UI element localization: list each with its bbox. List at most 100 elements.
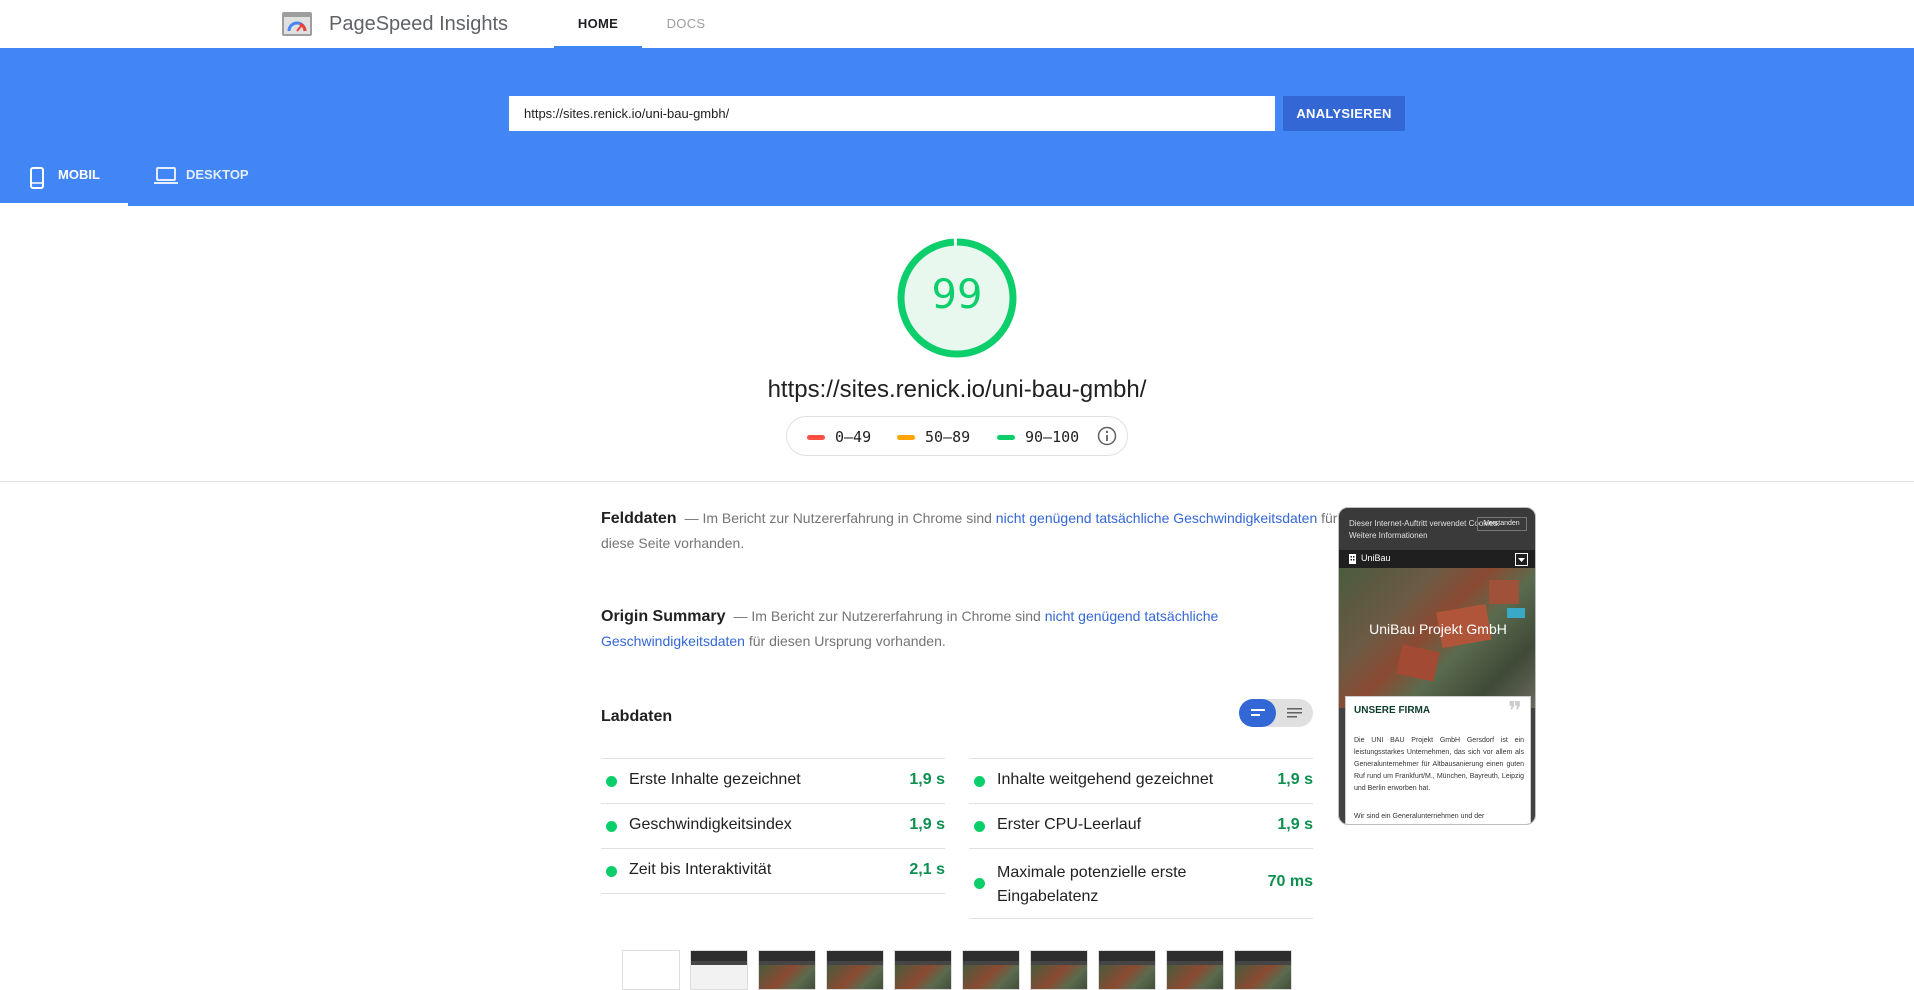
list-view-icon[interactable] <box>1276 699 1313 727</box>
metric-fcp: Erste Inhalte gezeichnet 1,9 s <box>601 758 945 803</box>
tab-home[interactable]: HOME <box>554 0 642 48</box>
roof-shape <box>1396 644 1440 682</box>
legend-pass-range: 90–100 <box>1025 428 1080 446</box>
origin-summary-text: — Im Bericht zur Nutzererfahrung in Chro… <box>733 608 1045 624</box>
metric-fmp: Inhalte weitgehend gezeichnet 1,9 s <box>969 758 1313 803</box>
legend-pass-marker <box>997 435 1015 440</box>
metric-value: 1,9 s <box>1277 771 1313 788</box>
filmstrip-frame <box>758 950 816 990</box>
hero-image <box>1339 568 1535 708</box>
laptop-icon <box>154 167 178 184</box>
frame-image <box>691 965 747 989</box>
site-name: UniBau <box>1361 553 1391 563</box>
status-dot <box>974 776 985 787</box>
metric-value: 70 ms <box>1267 873 1313 890</box>
quote-icon: ❞ <box>1508 697 1522 727</box>
filmstrip-frame <box>690 950 748 990</box>
frame-image <box>1099 965 1155 989</box>
filmstrip-frame <box>622 950 680 990</box>
metric-tti: Zeit bis Interaktivität 2,1 s <box>601 848 945 893</box>
metric-first-cpu-idle: Erster CPU-Leerlauf 1,9 s <box>969 803 1313 848</box>
analyzed-url: https://sites.renick.io/uni-bau-gmbh/ <box>767 376 1147 403</box>
status-dot <box>606 866 617 877</box>
metric-value: 2,1 s <box>909 861 945 878</box>
pool-shape <box>1507 608 1525 618</box>
frame-header <box>759 951 815 961</box>
compact-view-icon <box>1251 709 1265 716</box>
hero-title: UniBau Projekt GmbH <box>1369 621 1507 637</box>
toggle-compact-view[interactable] <box>1239 699 1276 727</box>
frame-image <box>759 965 815 989</box>
tab-mobile-label: MOBIL <box>58 167 100 182</box>
legend-average-range: 50–89 <box>925 428 971 446</box>
frame-header <box>1167 951 1223 961</box>
filmstrip-frame <box>1098 950 1156 990</box>
score-legend: 0–49 50–89 90–100 <box>786 416 1128 456</box>
legend-average-marker <box>897 435 915 440</box>
filmstrip-frame <box>894 950 952 990</box>
metric-name: Maximale potenzielle erste Eingabelatenz <box>997 864 1187 905</box>
roof-shape <box>1489 580 1519 604</box>
metrics-divider <box>969 918 1313 919</box>
status-dot <box>974 821 985 832</box>
view-toggle[interactable] <box>1239 699 1313 727</box>
field-data-link[interactable]: nicht genügend tatsächliche Geschwindigk… <box>996 510 1317 526</box>
smartphone-icon <box>30 167 44 189</box>
frame-header <box>895 951 951 961</box>
field-data-text: — Im Bericht zur Nutzererfahrung in Chro… <box>684 510 996 526</box>
origin-summary-section: Origin Summary — Im Bericht zur Nutzererf… <box>601 604 1341 654</box>
search-header: ANALYSIEREN MOBIL DESKTOP <box>0 48 1914 206</box>
card-text: Die UNI BAU Projekt GmbH Gersdorf ist ei… <box>1354 737 1524 792</box>
frame-header <box>827 951 883 961</box>
lab-data-heading: Labdaten <box>601 708 673 725</box>
metric-name: Erster CPU-Leerlauf <box>997 816 1142 833</box>
frame-header <box>1099 951 1155 961</box>
frame-header <box>963 951 1019 961</box>
tab-docs[interactable]: DOCS <box>642 0 730 48</box>
status-dot <box>606 821 617 832</box>
cookie-more-link: Weitere Informationen <box>1349 531 1428 540</box>
analyze-button[interactable]: ANALYSIEREN <box>1283 96 1405 131</box>
metrics-divider <box>601 893 945 894</box>
legend-fail-marker <box>807 435 825 440</box>
frame-image <box>1031 965 1087 989</box>
filmstrip-frame <box>826 950 884 990</box>
metric-name: Inhalte weitgehend gezeichnet <box>997 771 1214 788</box>
frame-header <box>1031 951 1087 961</box>
cookie-banner: Dieser Internet-Auftritt verwendet Cooki… <box>1339 508 1535 550</box>
pagespeed-logo-icon[interactable] <box>282 12 312 36</box>
tab-mobile[interactable]: MOBIL <box>0 158 128 206</box>
top-nav: PageSpeed Insights HOME DOCS <box>0 0 1914 48</box>
site-header: UniBau <box>1339 550 1535 568</box>
info-icon[interactable] <box>1097 426 1117 446</box>
frame-image <box>827 965 883 989</box>
origin-summary-text-after: für diesen Ursprung vorhanden. <box>744 633 946 649</box>
brand-title: PageSpeed Insights <box>329 13 509 35</box>
filmstrip-frame <box>1030 950 1088 990</box>
filmstrip-frame <box>1166 950 1224 990</box>
origin-summary-heading: Origin Summary <box>601 608 726 625</box>
metric-name: Erste Inhalte gezeichnet <box>629 771 801 788</box>
metric-speed-index: Geschwindigkeitsindex 1,9 s <box>601 803 945 848</box>
frame-header <box>1235 951 1291 961</box>
page-screenshot-preview: Dieser Internet-Auftritt verwendet Cooki… <box>1338 507 1536 825</box>
legend-fail-range: 0–49 <box>835 428 872 446</box>
filmstrip-frame <box>1234 950 1292 990</box>
frame-image <box>963 965 1019 989</box>
card-title: UNSERE FIRMA <box>1354 705 1431 716</box>
score-value: 99 <box>931 272 983 318</box>
url-input[interactable] <box>509 96 1275 131</box>
status-dot <box>606 776 617 787</box>
metric-name: Geschwindigkeitsindex <box>629 816 792 833</box>
tab-desktop[interactable]: DESKTOP <box>150 158 270 206</box>
frame-image <box>895 965 951 989</box>
cookie-accept-button: Verstanden <box>1477 517 1527 531</box>
frame-image <box>1167 965 1223 989</box>
building-icon <box>1349 554 1356 564</box>
field-data-heading: Felddaten <box>601 510 677 527</box>
frame-header <box>691 951 747 961</box>
metric-name: Zeit bis Interaktivität <box>629 861 772 878</box>
card-text-2: Wir sind ein Generalunternehmen und der <box>1354 813 1485 820</box>
frame-image <box>1235 965 1291 989</box>
metric-max-fid: Maximale potenzielle erste Eingabelatenz… <box>969 848 1313 918</box>
